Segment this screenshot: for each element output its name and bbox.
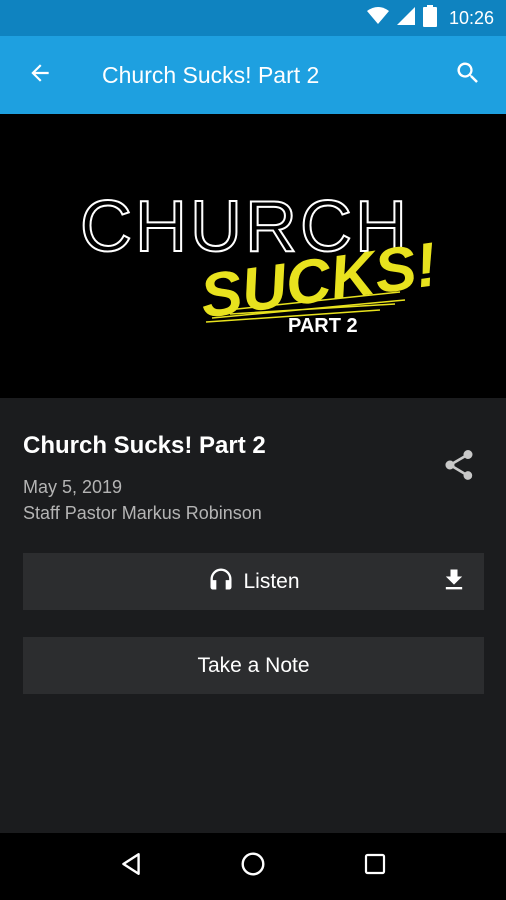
back-button[interactable] bbox=[0, 36, 80, 114]
arrow-left-icon bbox=[27, 60, 53, 91]
home-circle-icon bbox=[240, 851, 266, 882]
nav-home-button[interactable] bbox=[223, 837, 283, 897]
search-icon bbox=[454, 59, 482, 92]
sermon-artwork: CHURCH SUCKS! PART 2 bbox=[0, 114, 506, 398]
download-icon bbox=[440, 566, 468, 599]
artwork-line3: PART 2 bbox=[288, 315, 358, 337]
take-note-button[interactable]: Take a Note bbox=[23, 637, 484, 694]
recents-square-icon bbox=[363, 852, 387, 881]
share-button[interactable] bbox=[436, 444, 482, 490]
system-nav-bar bbox=[0, 833, 506, 900]
battery-icon bbox=[422, 4, 437, 32]
search-button[interactable] bbox=[430, 36, 506, 114]
status-bar: 10:26 bbox=[0, 0, 506, 36]
cell-signal-icon bbox=[396, 6, 415, 30]
listen-label: Listen bbox=[243, 569, 300, 593]
page-title: Church Sucks! Part 2 bbox=[102, 61, 320, 88]
status-time: 10:26 bbox=[448, 7, 494, 28]
sermon-details: Church Sucks! Part 2 May 5, 2019 Staff P… bbox=[0, 398, 506, 833]
sermon-title: Church Sucks! Part 2 bbox=[23, 432, 266, 459]
nav-back-button[interactable] bbox=[101, 837, 161, 897]
take-note-label: Take a Note bbox=[197, 653, 310, 677]
share-icon bbox=[441, 447, 477, 488]
wifi-icon bbox=[366, 6, 389, 30]
sermon-date: May 5, 2019 bbox=[23, 477, 123, 497]
headphones-icon bbox=[207, 565, 235, 598]
app-bar: Church Sucks! Part 2 bbox=[0, 36, 506, 114]
nav-recents-button[interactable] bbox=[345, 837, 405, 897]
back-triangle-icon bbox=[118, 851, 144, 882]
download-button[interactable] bbox=[438, 566, 470, 598]
sermon-speaker: Staff Pastor Markus Robinson bbox=[23, 503, 262, 523]
listen-button[interactable]: Listen bbox=[23, 553, 484, 610]
